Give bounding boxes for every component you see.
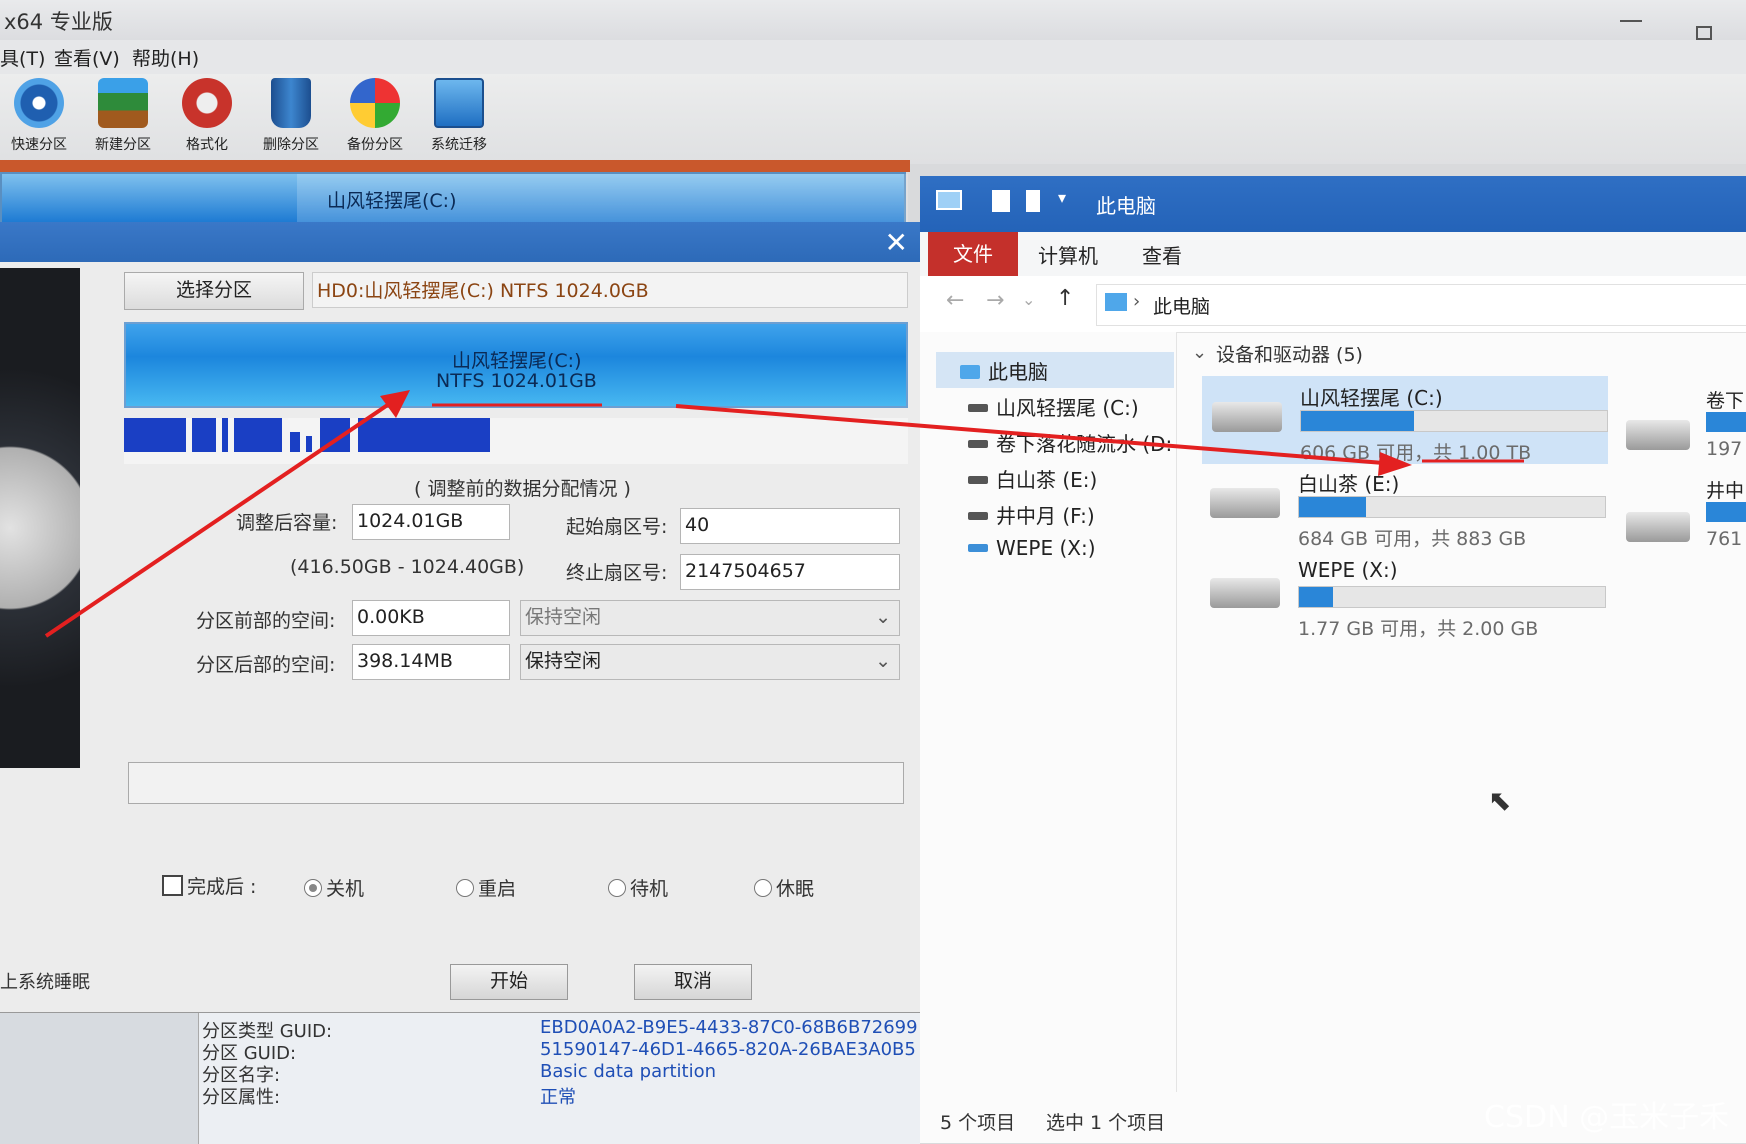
watermark: CSDN @玉米子禾 (1484, 1100, 1730, 1135)
annotation-arrow (44, 398, 397, 638)
arrowhead-icon (1378, 452, 1412, 476)
annotation-overlay (44, 390, 1524, 638)
arrowhead-icon (380, 390, 410, 418)
annotation-arrow (675, 404, 1397, 466)
